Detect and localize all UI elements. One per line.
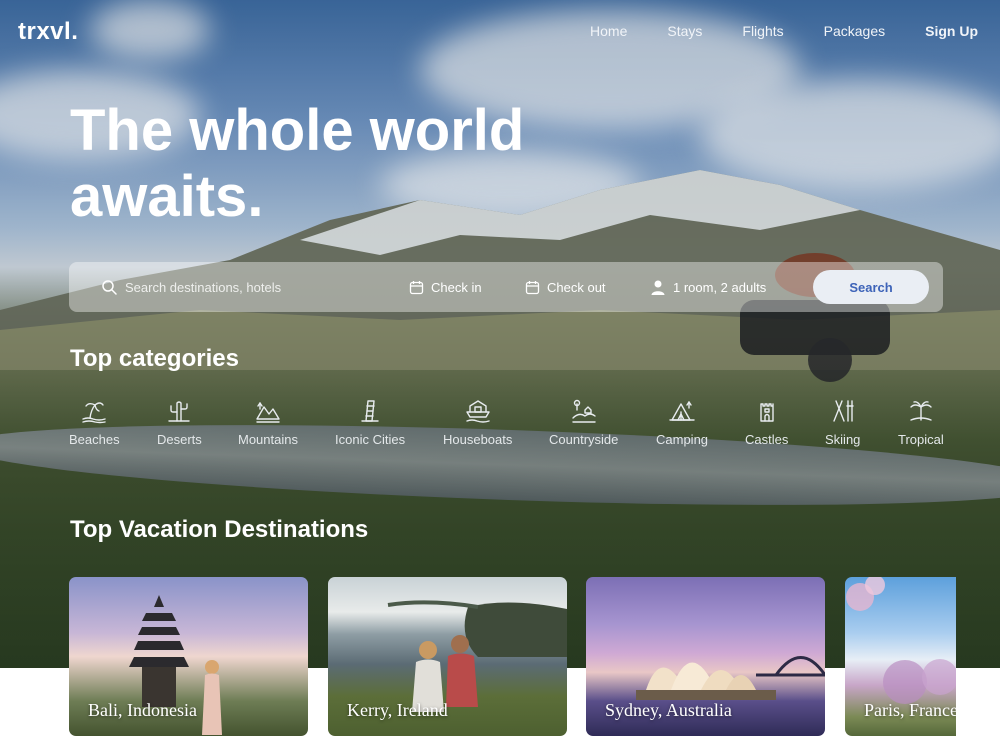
- castle-icon: [759, 403, 774, 422]
- category-tropical[interactable]: Tropical: [898, 398, 944, 447]
- destination-card-paris[interactable]: Paris, France: [845, 577, 956, 736]
- category-houseboats[interactable]: Houseboats: [443, 398, 512, 447]
- sign-up-link[interactable]: Sign Up: [925, 23, 978, 39]
- category-camping[interactable]: Camping: [656, 398, 708, 447]
- search-field: [101, 262, 365, 312]
- brand-logo[interactable]: trxvl.: [18, 18, 78, 46]
- check-in-label: Check in: [431, 279, 482, 295]
- nav-home[interactable]: Home: [590, 23, 627, 39]
- calendar-icon: [409, 280, 424, 294]
- category-castles[interactable]: Castles: [745, 398, 788, 447]
- beach-icon: [82, 402, 106, 424]
- palm-tree-icon: [910, 401, 932, 421]
- calendar-icon: [525, 280, 540, 294]
- countryside-icon: [571, 399, 596, 423]
- destination-card-kerry[interactable]: Kerry, Ireland: [328, 577, 567, 736]
- category-skiing[interactable]: Skiing: [825, 398, 860, 447]
- leaning-tower-icon: [361, 400, 379, 422]
- category-countryside[interactable]: Countryside: [549, 398, 618, 447]
- tent-icon: [669, 401, 695, 421]
- search-input[interactable]: [125, 279, 365, 295]
- destination-label: Bali, Indonesia: [88, 700, 197, 720]
- guests-field[interactable]: 1 room, 2 adults: [650, 262, 766, 312]
- destination-carousel: Bali, Indonesia Kerry, Ireland Sydney, A…: [69, 577, 956, 737]
- category-deserts[interactable]: Deserts: [157, 398, 202, 447]
- check-in-field[interactable]: Check in: [409, 262, 482, 312]
- search-button[interactable]: Search: [813, 270, 929, 304]
- destination-label: Paris, France: [864, 700, 956, 720]
- top-destinations-title: Top Vacation Destinations: [70, 516, 369, 543]
- check-out-label: Check out: [547, 279, 606, 295]
- ski-icon: [833, 400, 854, 422]
- category-beaches[interactable]: Beaches: [69, 398, 120, 447]
- guests-label: 1 room, 2 adults: [673, 279, 767, 295]
- top-nav: Home Stays Flights Packages Sign Up: [590, 23, 978, 39]
- search-icon: [102, 280, 117, 295]
- houseboat-icon: [465, 400, 490, 423]
- pagoda-image: [129, 595, 189, 707]
- destination-label: Sydney, Australia: [605, 700, 732, 720]
- destination-label: Kerry, Ireland: [347, 700, 448, 720]
- search-bar: Check in Check out 1 room, 2 adults Sear…: [69, 262, 943, 312]
- nav-packages[interactable]: Packages: [824, 23, 885, 39]
- category-iconic-cities[interactable]: Iconic Cities: [335, 398, 405, 447]
- hero-headline: The whole world awaits.: [70, 98, 525, 229]
- nav-stays[interactable]: Stays: [667, 23, 702, 39]
- mountain-icon: [256, 402, 280, 423]
- top-categories-title: Top categories: [70, 345, 239, 372]
- category-list: Beaches Deserts Mountains Iconic Cities …: [60, 398, 960, 458]
- check-out-field[interactable]: Check out: [525, 262, 606, 312]
- nav-flights[interactable]: Flights: [742, 23, 783, 39]
- destination-card-bali[interactable]: Bali, Indonesia: [69, 577, 308, 736]
- category-mountains[interactable]: Mountains: [238, 398, 298, 447]
- destination-card-sydney[interactable]: Sydney, Australia: [586, 577, 825, 736]
- person-icon: [651, 280, 665, 295]
- traveler-figure-image: [202, 660, 222, 735]
- cactus-icon: [168, 401, 191, 422]
